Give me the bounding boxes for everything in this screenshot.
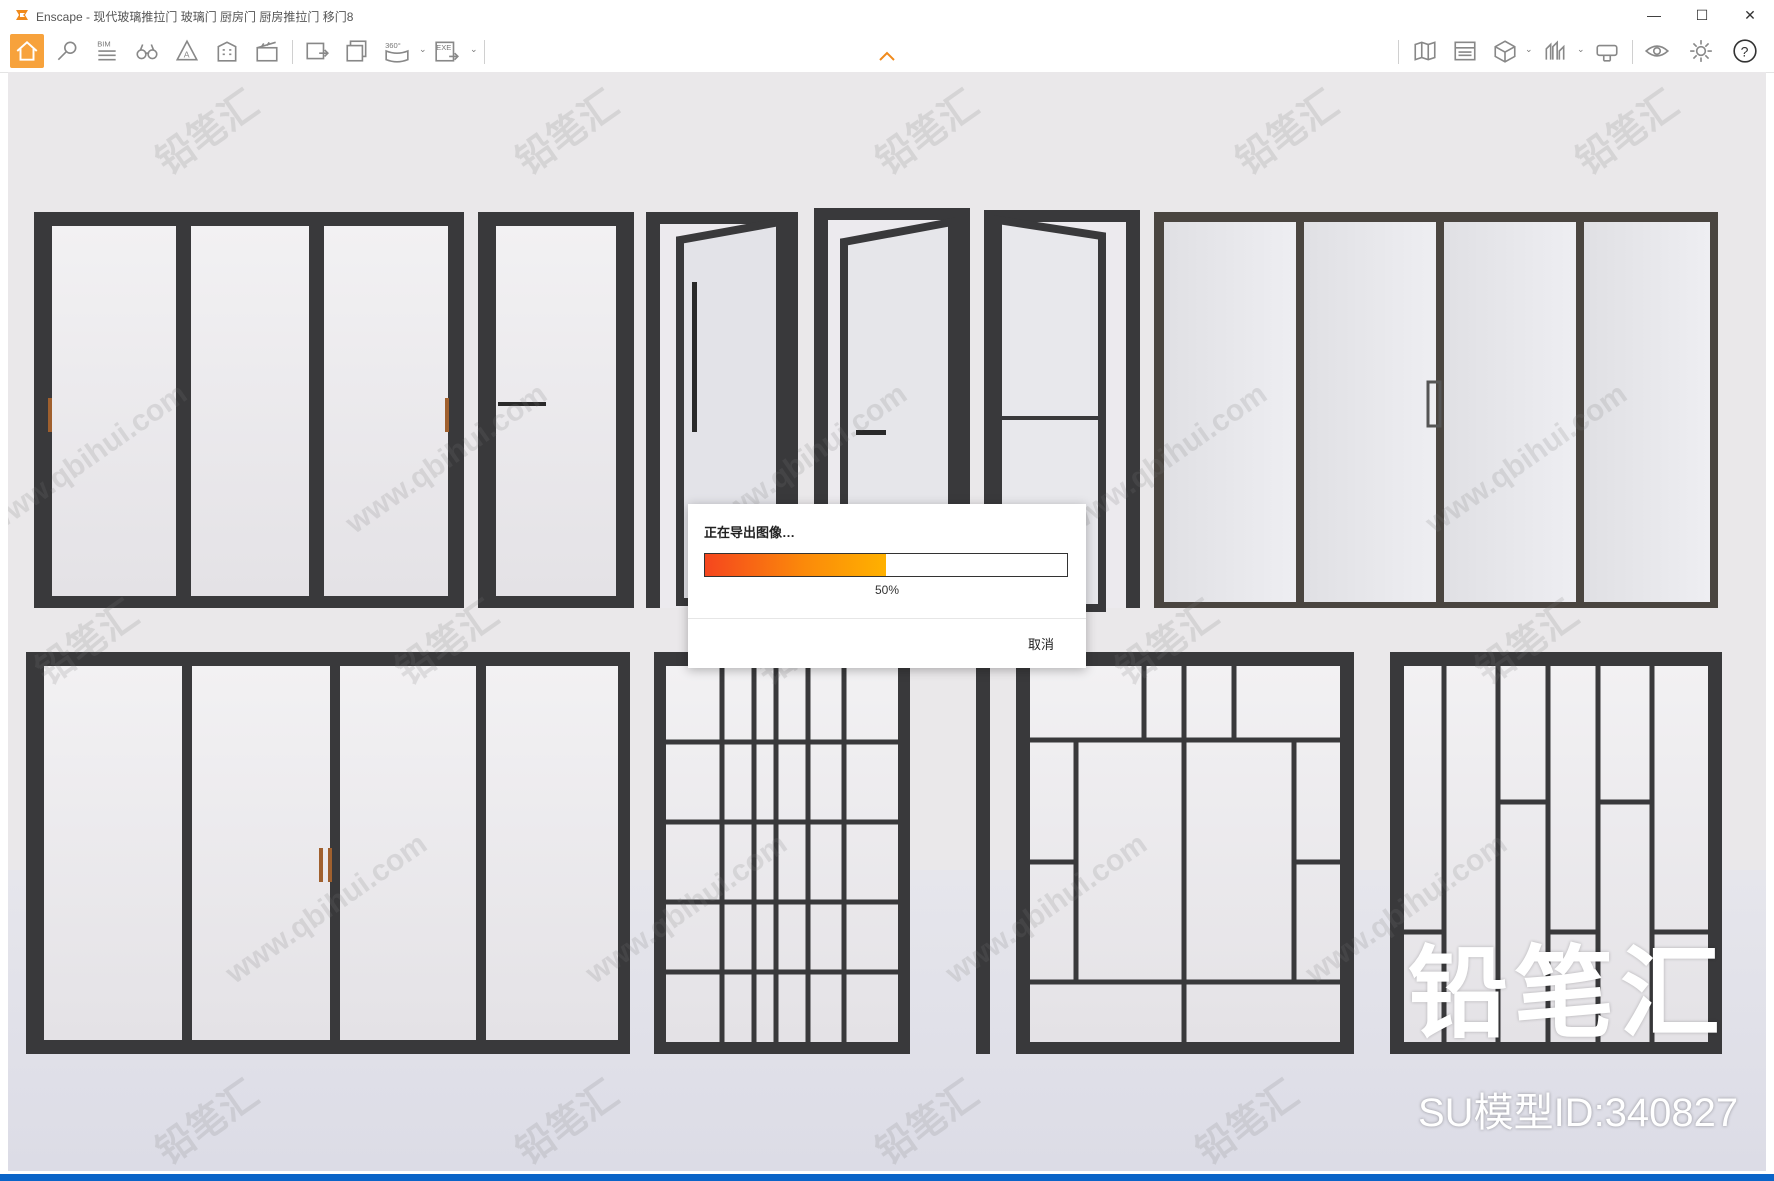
watermark-brand-large: 铅笔汇 [1408,938,1726,1050]
clapper-icon [256,41,278,62]
render-icon [1454,41,1476,61]
batch-export-icon [346,40,367,62]
panel-glass-door[interactable] [976,652,1354,1054]
single-swing-door[interactable] [478,212,634,608]
pano-label: 360° [385,41,401,50]
map-pin-icon [57,41,77,61]
screenshot-export-button[interactable] [302,36,332,66]
binoculars-icon [136,44,158,60]
chevron-down-icon[interactable]: ⌄ [470,44,478,55]
sliding-door-3-panel[interactable] [34,212,464,608]
title-bar: Enscape - 现代玻璃推拉门 玻璃门 厨房门 厨房推拉门 移门8 — ☐ … [0,0,1774,30]
eye-button[interactable] [1642,36,1672,66]
help-icon: ? [1733,39,1757,63]
collapse-toolbar-icon[interactable] [878,50,896,62]
eye-icon [1644,45,1670,57]
chevron-down-icon[interactable]: ⌄ [1577,44,1585,55]
sliding-door-bottom-left[interactable] [26,652,630,1054]
panorama-export-button[interactable]: 360° [382,36,412,66]
maximize-button[interactable]: ☐ [1678,0,1726,30]
grid-glass-door[interactable] [654,652,910,1054]
clapper-button[interactable] [252,36,282,66]
map-icon [1414,41,1436,61]
bim-button[interactable]: BIM [92,36,122,66]
sun-button[interactable] [1540,36,1570,66]
sliding-door-4-panel[interactable] [1154,212,1718,608]
minimize-button[interactable]: — [1630,0,1678,30]
dialog-title: 正在导出图像… [704,525,796,540]
map-pin-button[interactable] [52,36,82,66]
asset-library-button[interactable]: A [172,36,202,66]
toolbar-separator [292,40,293,64]
map-button[interactable] [1410,36,1440,66]
batch-export-button[interactable] [342,36,372,66]
progress-bar [704,553,1068,577]
help-label: ? [1741,43,1749,59]
watermark-model-id: SU模型ID:340827 [1418,1091,1739,1135]
settings-icon [1690,40,1712,62]
exe-export-button[interactable]: EXE [432,36,462,66]
progress-fill [705,554,886,576]
exe-export-icon: EXE [435,41,459,62]
vr-headset-icon [1596,44,1618,62]
cube-view-button[interactable] [1490,36,1520,66]
building-button[interactable] [212,36,242,66]
enscape-logo-icon [16,10,28,20]
enscape-window: Enscape - 现代玻璃推拉门 玻璃门 厨房门 厨房推拉门 移门8 — ☐ … [0,0,1774,1174]
export-progress-dialog: 正在导出图像… 50% 取消 [688,504,1086,668]
cancel-button[interactable]: 取消 [1028,634,1054,653]
sun-icon [1545,40,1565,60]
toolbar-separator [1398,40,1399,64]
asset-library-icon: A [175,39,199,61]
chevron-down-icon[interactable]: ⌄ [1525,44,1533,55]
building-icon [217,41,237,62]
bim-icon: BIM [97,40,116,61]
chevron-down-icon[interactable]: ⌄ [419,44,427,55]
progress-percent: 50% [874,583,900,597]
bim-label: BIM [97,40,110,49]
cube-view-icon [1494,40,1516,63]
vr-headset-button[interactable] [1592,36,1622,66]
close-button[interactable]: ✕ [1726,0,1774,30]
home-button[interactable] [10,34,44,68]
exe-label: EXE [436,43,451,52]
binoculars-button[interactable] [132,36,162,66]
settings-button[interactable] [1686,36,1716,66]
home-icon [16,41,38,61]
panorama-export-icon: 360° [385,41,409,63]
toolbar-separator [484,40,485,64]
dialog-divider [688,618,1086,619]
svg-text:A: A [184,50,190,60]
screenshot-export-icon [306,42,329,60]
window-title: Enscape - 现代玻璃推拉门 玻璃门 厨房门 厨房推拉门 移门8 [36,10,354,24]
render-button[interactable] [1450,36,1480,66]
toolbar-separator [1632,40,1633,64]
help-button[interactable]: ? [1730,36,1760,66]
